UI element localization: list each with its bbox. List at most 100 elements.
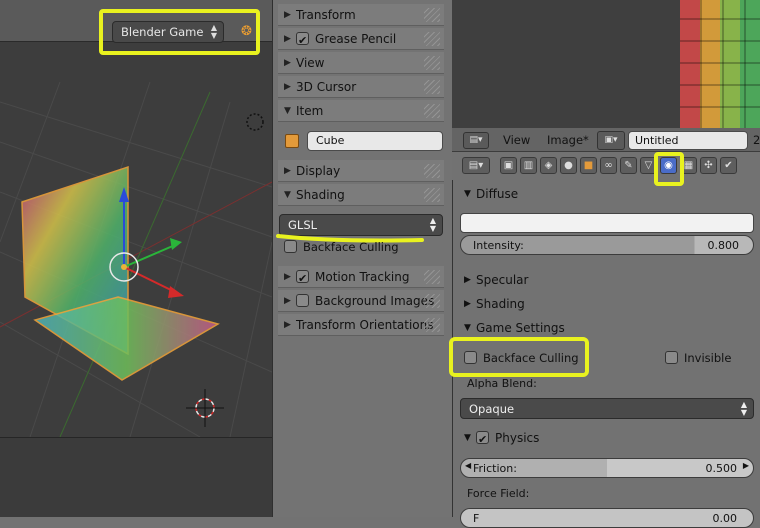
object-name-field[interactable]: Cube	[307, 131, 443, 151]
motion-tracking-checkbox[interactable]	[296, 268, 309, 290]
drag-grip-icon[interactable]	[424, 32, 440, 46]
panel-transform-orientations[interactable]: ▶ Transform Orientations	[278, 314, 444, 336]
modifiers-tab-icon[interactable]: ✎	[620, 157, 637, 174]
image-menu[interactable]: Image*	[547, 133, 589, 147]
panel-label: Shading	[296, 188, 345, 202]
friction-slider[interactable]: ◀ Friction: 0.500 ▶	[460, 458, 754, 478]
panel-label: Grease Pencil	[315, 32, 397, 46]
viewport-scene[interactable]	[0, 42, 272, 437]
collapsed-arrow-icon: ▶	[464, 275, 471, 285]
drag-grip-icon[interactable]	[424, 318, 440, 332]
render-layers-tab-icon[interactable]: ▥	[520, 157, 537, 174]
dropdown-arrows-icon: ▲ ▼	[429, 216, 436, 233]
editor-type-icon[interactable]: ▤▾	[462, 157, 490, 174]
collapsed-arrow-icon: ▶	[284, 272, 291, 282]
view-menu[interactable]: View	[503, 133, 530, 147]
panel-label: 3D Cursor	[296, 80, 357, 94]
drag-grip-icon[interactable]	[424, 80, 440, 94]
image-browse-icon[interactable]: ▣▾	[597, 131, 625, 150]
panel-shading[interactable]: ▼ Shading	[278, 184, 444, 206]
blender-logo-icon: ❂	[241, 24, 252, 39]
collapsed-arrow-icon: ▶	[284, 82, 291, 92]
panel-label: Motion Tracking	[315, 270, 410, 284]
diffuse-panel-header[interactable]: ▼ Diffuse	[460, 183, 752, 205]
friction-label: Friction:	[473, 462, 517, 475]
force-field-row-label: F	[473, 512, 480, 525]
panel-label: Background Images	[315, 294, 435, 308]
expanded-arrow-icon: ▼	[464, 189, 471, 199]
backface-culling-option[interactable]: Backface Culling	[284, 240, 399, 254]
panel-transform[interactable]: ▶ Transform	[278, 4, 444, 26]
alpha-blend-value: Opaque	[469, 402, 515, 416]
alpha-blend-select[interactable]: Opaque ▲ ▼	[460, 398, 754, 419]
image-name-field[interactable]: Untitled	[628, 131, 748, 150]
collapsed-arrow-icon: ▶	[284, 166, 291, 176]
increment-arrow-icon[interactable]: ▶	[743, 461, 749, 470]
panel-label: Diffuse	[476, 187, 519, 201]
panel-label: Game Settings	[476, 321, 565, 335]
force-field-label: Force Field:	[467, 487, 530, 500]
force-field-slider[interactable]: F 0.00	[460, 508, 754, 528]
panel-3d-cursor[interactable]: ▶ 3D Cursor	[278, 76, 444, 98]
render-engine-value: Blender Game	[121, 25, 204, 39]
panel-label: View	[296, 56, 325, 70]
image-users-count: 2	[753, 133, 760, 147]
force-field-row-value: 0.00	[712, 512, 738, 525]
panel-label: Display	[296, 164, 341, 178]
drag-grip-icon[interactable]	[424, 56, 440, 70]
game-backface-culling-checkbox[interactable]	[464, 351, 477, 364]
render-engine-select[interactable]: Blender Game ▲ ▼	[112, 21, 224, 43]
panel-label: Transform	[296, 8, 356, 22]
invisible-option[interactable]: Invisible	[665, 351, 731, 365]
backface-culling-checkbox[interactable]	[284, 240, 297, 253]
render-tab-icon[interactable]: ▣	[500, 157, 517, 174]
drag-grip-icon[interactable]	[424, 188, 440, 202]
physics-tab-icon[interactable]: ✔	[720, 157, 737, 174]
drag-grip-icon[interactable]	[424, 270, 440, 284]
panel-label: Item	[296, 104, 324, 118]
editor-type-icon[interactable]: ▤▾	[463, 132, 489, 149]
diffuse-color-swatch[interactable]	[460, 213, 754, 233]
object-tab-icon[interactable]: ■	[580, 157, 597, 174]
specular-panel-header[interactable]: ▶ Specular	[460, 269, 752, 291]
shading-panel-header[interactable]: ▶ Shading	[460, 293, 752, 315]
3d-viewport[interactable]	[0, 0, 272, 517]
invisible-label: Invisible	[684, 351, 732, 365]
panel-grease-pencil[interactable]: ▶ Grease Pencil	[278, 28, 444, 52]
grease-pencil-checkbox[interactable]	[296, 30, 309, 52]
world-tab-icon[interactable]: ●	[560, 157, 577, 174]
drag-grip-icon[interactable]	[424, 104, 440, 118]
backface-culling-label: Backface Culling	[483, 351, 579, 365]
game-backface-culling-option[interactable]: Backface Culling	[464, 351, 579, 365]
physics-checkbox[interactable]	[476, 429, 489, 451]
drag-grip-icon[interactable]	[424, 294, 440, 308]
panel-motion-tracking[interactable]: ▶ Motion Tracking	[278, 266, 444, 290]
particles-tab-icon[interactable]: ✣	[700, 157, 717, 174]
panel-label: Shading	[476, 297, 525, 311]
dropdown-arrows-icon: ▲ ▼	[210, 23, 217, 40]
invisible-checkbox[interactable]	[665, 351, 678, 364]
drag-grip-icon[interactable]	[424, 164, 440, 178]
collapsed-arrow-icon: ▶	[284, 58, 291, 68]
panel-background-images[interactable]: ▶ Background Images	[278, 290, 444, 312]
physics-panel-header[interactable]: ▼ Physics	[460, 427, 752, 451]
expanded-arrow-icon: ▼	[464, 433, 471, 443]
collapsed-arrow-icon: ▶	[284, 10, 291, 20]
panel-display[interactable]: ▶ Display	[278, 160, 444, 182]
panel-label: Specular	[476, 273, 529, 287]
panel-view[interactable]: ▶ View	[278, 52, 444, 74]
scene-tab-icon[interactable]: ◈	[540, 157, 557, 174]
collapsed-arrow-icon: ▶	[464, 299, 471, 309]
backface-culling-label: Backface Culling	[303, 240, 399, 254]
intensity-slider[interactable]: Intensity: 0.800	[460, 235, 754, 255]
background-images-checkbox[interactable]	[296, 294, 309, 307]
decrement-arrow-icon[interactable]: ◀	[465, 461, 471, 470]
panel-item[interactable]: ▼ Item	[278, 100, 444, 122]
game-settings-panel-header[interactable]: ▼ Game Settings	[460, 317, 752, 339]
constraints-tab-icon[interactable]: ∞	[600, 157, 617, 174]
image-editor-canvas[interactable]	[452, 0, 680, 128]
collapsed-arrow-icon: ▶	[284, 34, 291, 44]
dropdown-arrows-icon: ▲ ▼	[740, 400, 747, 417]
drag-grip-icon[interactable]	[424, 8, 440, 22]
expanded-arrow-icon: ▼	[464, 323, 471, 333]
